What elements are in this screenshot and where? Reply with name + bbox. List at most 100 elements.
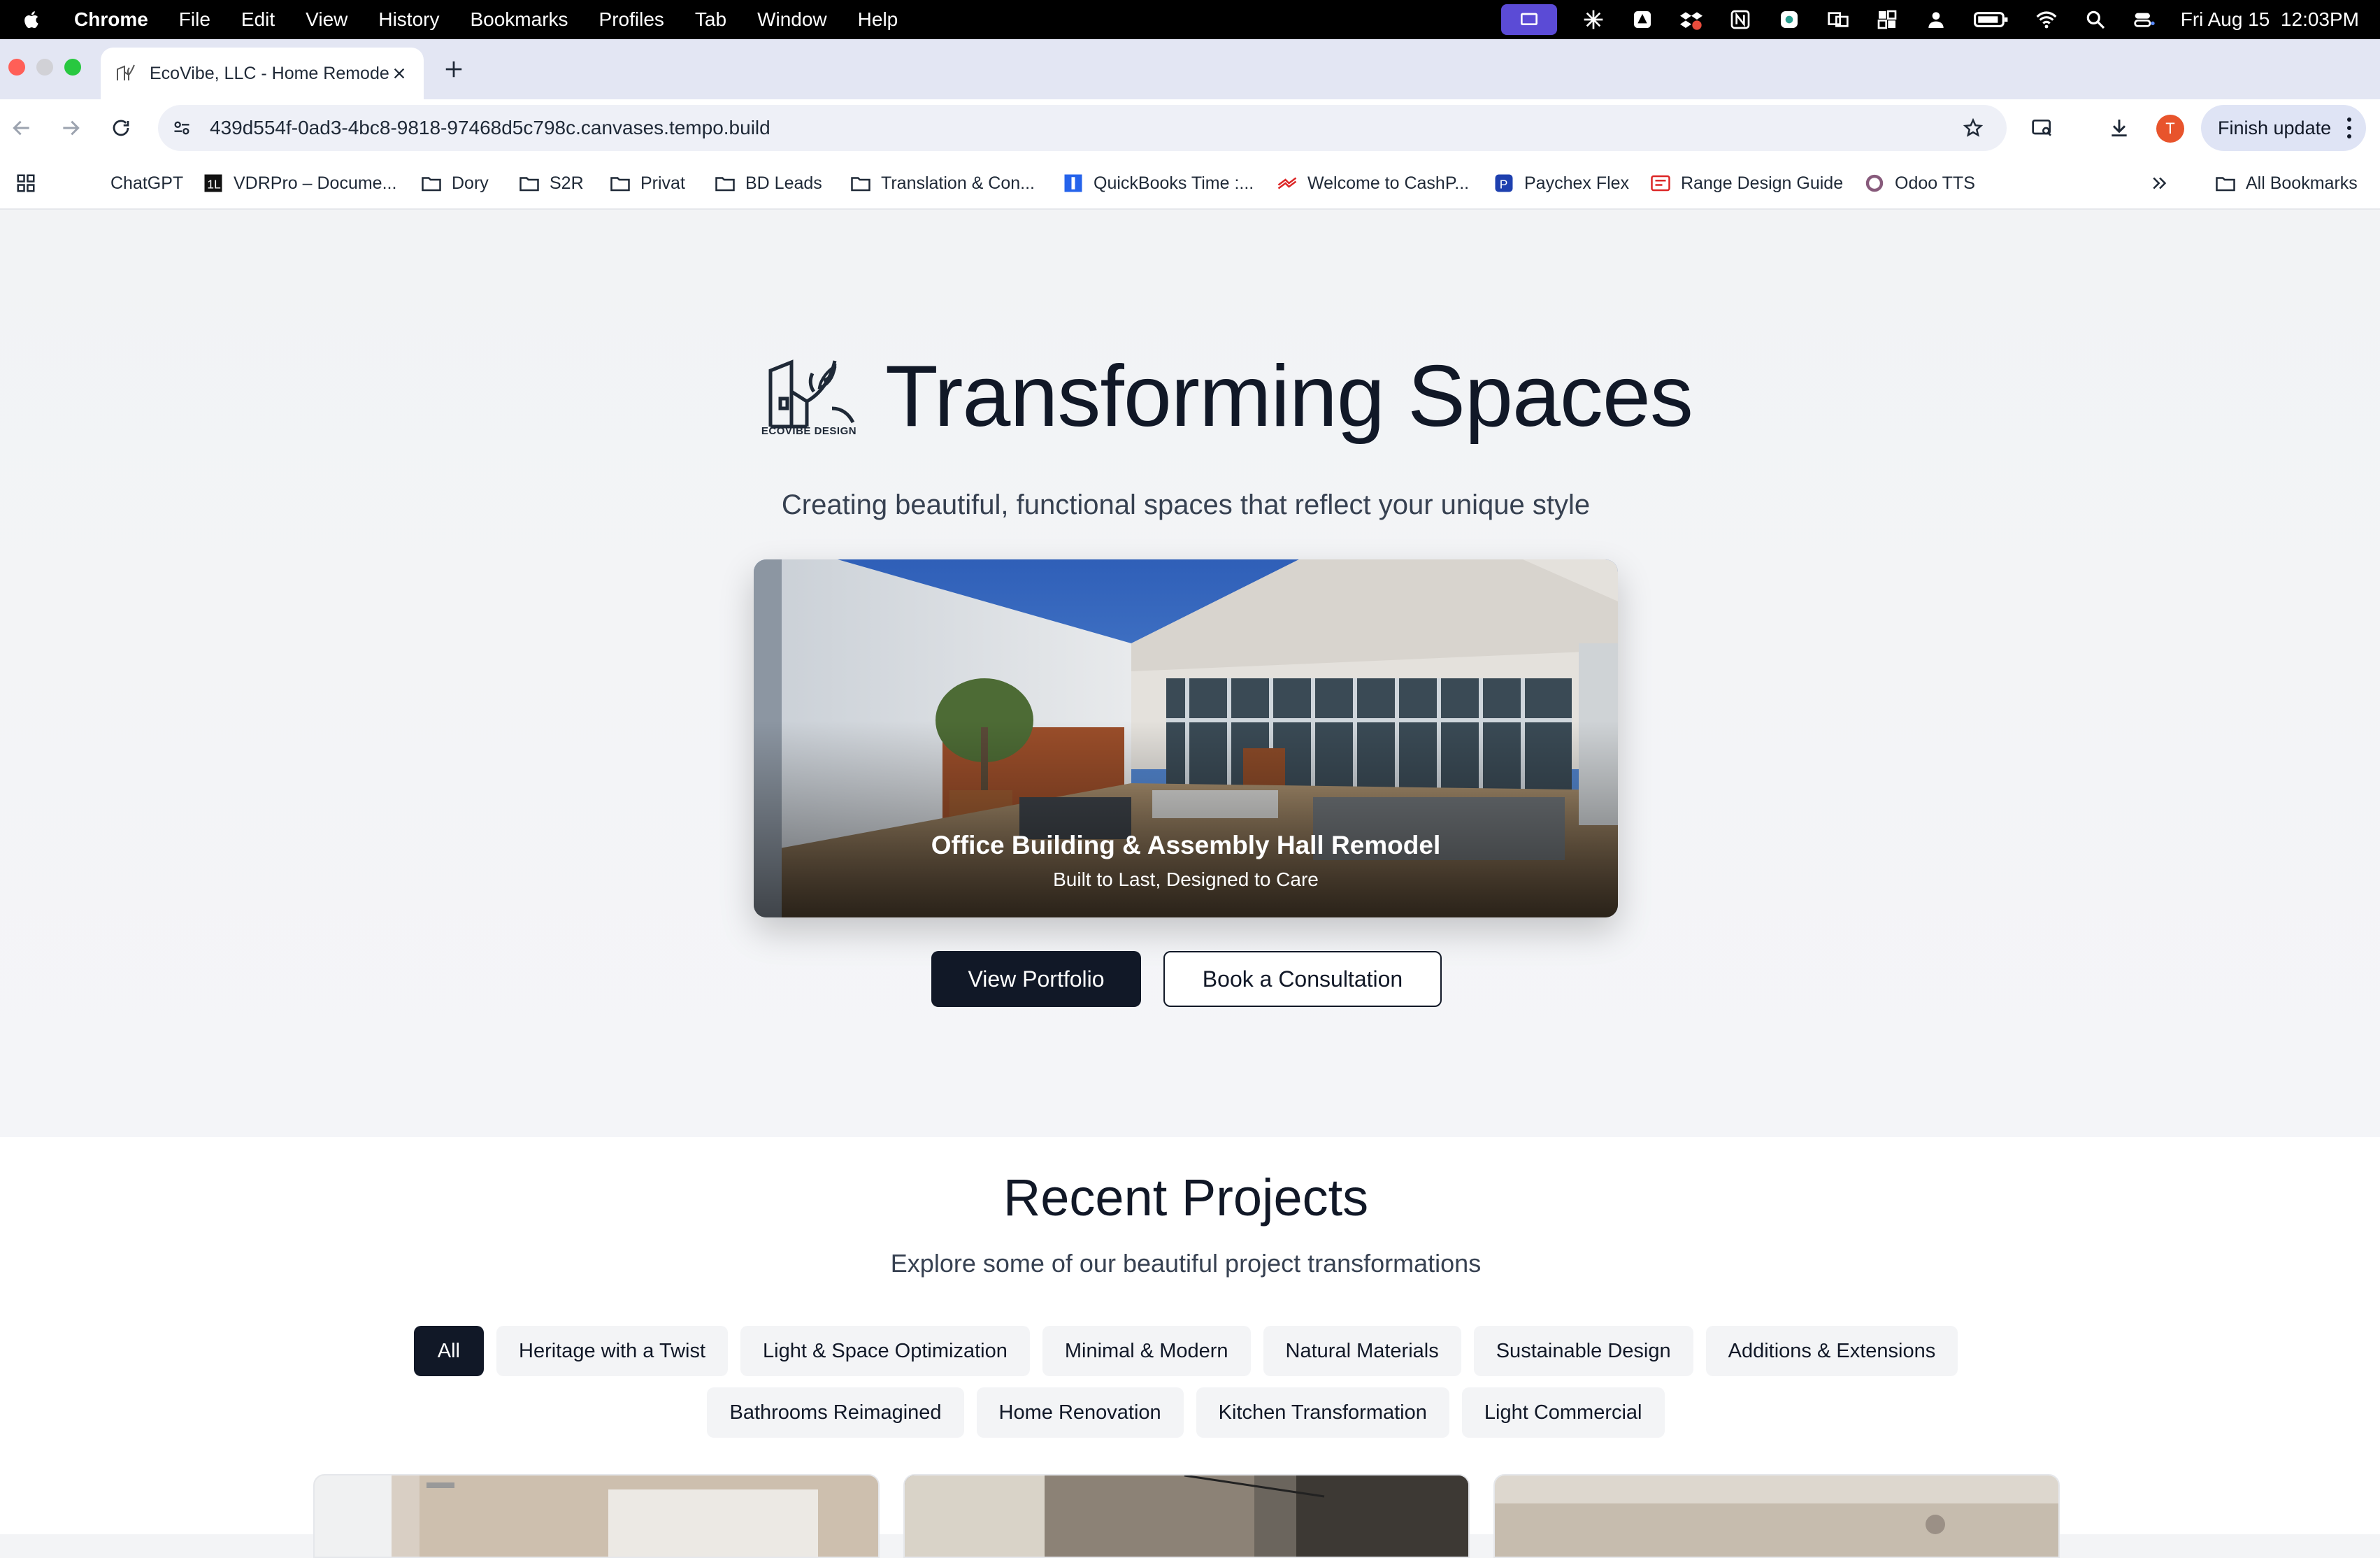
filter-chip-light-commercial[interactable]: Light Commercial xyxy=(1461,1387,1665,1438)
bookmark-folder-dory[interactable]: Dory xyxy=(421,157,489,210)
back-arrow-icon[interactable] xyxy=(7,113,36,143)
project-photo xyxy=(315,1475,878,1557)
bookmark-folder-translation[interactable]: Translation & Con... xyxy=(850,157,1035,210)
bookmark-folder-s2r[interactable]: S2R xyxy=(519,157,584,210)
card-gradient-overlay xyxy=(754,559,1618,917)
more-menu-icon[interactable] xyxy=(2345,117,2353,138)
project-photo xyxy=(1495,1475,2058,1557)
bookmark-paychex[interactable]: P Paychex Flex xyxy=(1493,157,1629,210)
menu-help[interactable]: Help xyxy=(858,8,898,31)
menu-file[interactable]: File xyxy=(179,8,210,31)
recent-projects-section: Recent Projects Explore some of our beau… xyxy=(0,1137,2380,1558)
profile-avatar[interactable]: T xyxy=(2156,115,2184,143)
filter-chip-light-space[interactable]: Light & Space Optimization xyxy=(740,1326,1030,1376)
all-bookmarks-folder[interactable]: All Bookmarks xyxy=(2215,157,2358,210)
svg-text:1L: 1L xyxy=(207,178,221,192)
filter-chip-minimal-modern[interactable]: Minimal & Modern xyxy=(1042,1326,1251,1376)
download-icon[interactable] xyxy=(2105,113,2134,143)
bookmark-label: BD Leads xyxy=(745,173,822,193)
spotlight-search-icon[interactable] xyxy=(2083,9,2108,30)
grid-app-icon[interactable] xyxy=(1874,9,1900,30)
filter-chip-kitchen[interactable]: Kitchen Transformation xyxy=(1196,1387,1449,1438)
tab-close-icon[interactable] xyxy=(389,63,410,84)
browser-tabstrip: EcoVibe, LLC - Home Remodeling xyxy=(0,39,2380,99)
bookmark-vdrpro[interactable]: 1L VDRPro – Docume... xyxy=(203,157,396,210)
window-close-button[interactable] xyxy=(8,59,25,76)
menu-edit[interactable]: Edit xyxy=(241,8,275,31)
folder-icon xyxy=(851,177,870,192)
bookmark-range-design[interactable]: Range Design Guide xyxy=(1650,157,1843,210)
folder-icon xyxy=(422,177,441,192)
reload-icon[interactable] xyxy=(106,113,136,143)
book-consultation-button[interactable]: Book a Consultation xyxy=(1163,951,1442,1007)
site-settings-icon[interactable] xyxy=(168,114,196,142)
bookmark-label: ChatGPT xyxy=(110,173,184,193)
dropbox-icon[interactable] xyxy=(1679,9,1704,30)
category-filter: All Heritage with a Twist Light & Space … xyxy=(0,1326,2372,1449)
wifi-icon[interactable] xyxy=(2034,9,2059,30)
folder-icon xyxy=(2216,177,2235,192)
bookmark-label: Privat xyxy=(640,173,685,193)
filter-chip-home-renovation[interactable]: Home Renovation xyxy=(976,1387,1184,1438)
project-card[interactable] xyxy=(903,1474,1470,1558)
view-portfolio-button[interactable]: View Portfolio xyxy=(931,951,1141,1007)
featured-card-subtitle: Built to Last, Designed to Care xyxy=(1053,869,1319,890)
control-center-icon[interactable] xyxy=(2132,9,2157,30)
new-tab-plus-icon[interactable] xyxy=(439,55,468,84)
project-card[interactable] xyxy=(313,1474,880,1558)
menubar-clock[interactable]: Fri Aug 15 12:03PM xyxy=(2181,8,2359,31)
featured-card-title: Office Building & Assembly Hall Remodel xyxy=(931,831,1441,859)
bookmark-label: Paychex Flex xyxy=(1524,173,1630,193)
filter-chip-additions[interactable]: Additions & Extensions xyxy=(1705,1326,1958,1376)
filter-chip-heritage[interactable]: Heritage with a Twist xyxy=(496,1326,729,1376)
menu-tab[interactable]: Tab xyxy=(695,8,726,31)
bookmark-label: Translation & Con... xyxy=(881,173,1035,193)
address-bar[interactable]: 439d554f-0ad3-4bc8-9818-97468d5c798c.can… xyxy=(158,105,2007,151)
hero-title: Transforming Spaces xyxy=(885,348,1693,445)
featured-project-card[interactable]: Office Building & Assembly Hall Remodel … xyxy=(754,559,1618,917)
screen-share-icon[interactable] xyxy=(1500,4,1557,35)
bookmark-star-icon[interactable] xyxy=(1959,114,1987,142)
bookmark-folder-bd-leads[interactable]: BD Leads xyxy=(715,157,822,210)
menu-bookmarks[interactable]: Bookmarks xyxy=(470,8,568,31)
battery-icon[interactable] xyxy=(1972,9,2010,30)
apple-icon[interactable] xyxy=(18,6,46,34)
menu-profiles[interactable]: Profiles xyxy=(599,8,664,31)
url-text[interactable]: 439d554f-0ad3-4bc8-9818-97468d5c798c.can… xyxy=(210,117,1959,139)
bookmarks-overflow-chevron-icon[interactable] xyxy=(2149,157,2180,210)
bookmark-label: VDRPro – Docume... xyxy=(234,173,397,193)
bookmark-label: Welcome to CashP... xyxy=(1307,173,1470,193)
filter-chip-sustainable[interactable]: Sustainable Design xyxy=(1473,1326,1693,1376)
filter-chip-bathrooms[interactable]: Bathrooms Reimagined xyxy=(707,1387,964,1438)
project-card[interactable] xyxy=(1493,1474,2060,1558)
range-design-icon xyxy=(1651,175,1670,192)
translate-icon[interactable] xyxy=(1826,9,1851,30)
bookmark-folder-privat[interactable]: Privat xyxy=(610,157,685,210)
apps-grid-icon[interactable] xyxy=(15,157,46,210)
bookmark-cashpro[interactable]: Welcome to CashP... xyxy=(1277,157,1469,210)
sparkle-icon[interactable] xyxy=(1581,9,1606,30)
browser-toolbar: 439d554f-0ad3-4bc8-9818-97468d5c798c.can… xyxy=(0,99,2380,157)
bookmark-odoo[interactable]: Odoo TTS xyxy=(1864,157,1975,210)
forward-arrow-icon[interactable] xyxy=(56,113,85,143)
user-icon[interactable] xyxy=(1923,9,1949,30)
filter-chip-natural-materials[interactable]: Natural Materials xyxy=(1263,1326,1461,1376)
app-icon[interactable] xyxy=(1777,9,1802,30)
filter-chip-all[interactable]: All xyxy=(413,1326,484,1376)
window-minimize-button[interactable] xyxy=(36,59,53,76)
bookmark-label: Dory xyxy=(452,173,489,193)
finish-update-button[interactable]: Finish update xyxy=(2201,105,2366,151)
recent-projects-title: Recent Projects xyxy=(1003,1168,1369,1227)
window-zoom-button[interactable] xyxy=(64,59,81,76)
bookmark-quickbooks[interactable]: QuickBooks Time :... xyxy=(1063,157,1254,210)
recent-projects-subtitle: Explore some of our beautiful project tr… xyxy=(890,1249,1482,1278)
menu-window[interactable]: Window xyxy=(757,8,827,31)
notion-icon[interactable] xyxy=(1728,9,1753,30)
browser-tab-active[interactable]: EcoVibe, LLC - Home Remodeling xyxy=(101,48,424,99)
menu-app-name[interactable]: Chrome xyxy=(74,8,148,31)
drive-icon[interactable] xyxy=(1630,9,1655,30)
tab-search-icon[interactable] xyxy=(2028,113,2057,143)
menu-history[interactable]: History xyxy=(378,8,439,31)
bookmark-chatgpt[interactable]: ChatGPT xyxy=(110,157,183,210)
menu-view[interactable]: View xyxy=(306,8,347,31)
